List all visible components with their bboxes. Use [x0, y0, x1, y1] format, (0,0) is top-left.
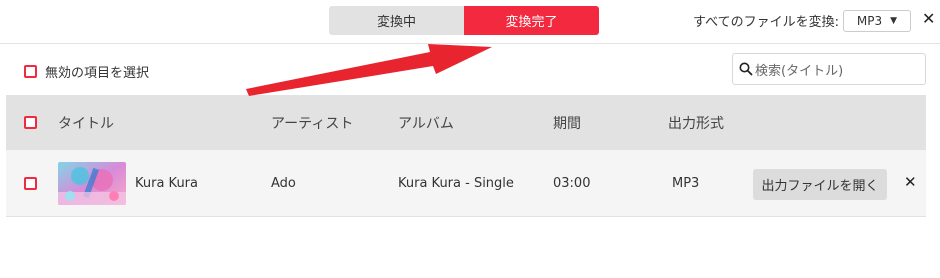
- select-invalid-label: 無効の項目を選択: [45, 66, 150, 81]
- convert-all-control: すべてのファイルを変換: MP3 ▼: [693, 6, 911, 35]
- divider: [0, 43, 940, 44]
- search-placeholder: 検索(タイトル): [755, 63, 844, 79]
- row-artist: Ado: [271, 176, 296, 191]
- close-icon[interactable]: ✕: [904, 173, 917, 191]
- status-tabs: 変換中 変換完了: [329, 6, 599, 35]
- format-select[interactable]: MP3 ▼: [842, 9, 911, 32]
- row-album: Kura Kura - Single: [398, 176, 514, 191]
- select-invalid-option[interactable]: 無効の項目を選択: [24, 62, 149, 81]
- format-select-value: MP3: [856, 13, 883, 28]
- row-checkbox[interactable]: [24, 177, 37, 190]
- header-artist[interactable]: アーティスト: [271, 95, 353, 150]
- table-header: タイトル アーティスト アルバム 期間 出力形式: [6, 95, 926, 150]
- row-title: Kura Kura: [135, 176, 198, 191]
- header-title[interactable]: タイトル: [58, 95, 114, 150]
- album-art: [58, 162, 126, 205]
- select-invalid-checkbox[interactable]: [24, 65, 37, 78]
- row-duration: 03:00: [553, 176, 591, 191]
- caret-down-icon: ▼: [890, 15, 898, 26]
- tab-converting[interactable]: 変換中: [329, 6, 464, 35]
- header-duration[interactable]: 期間: [553, 95, 581, 150]
- app-window: 変換中 変換完了 すべてのファイルを変換: MP3 ▼ ✕ 無効の項目を選択 検…: [0, 0, 940, 278]
- select-all-checkbox[interactable]: [24, 116, 37, 129]
- search-icon: [739, 62, 753, 76]
- search-input[interactable]: 検索(タイトル): [732, 53, 926, 85]
- open-output-file-button[interactable]: 出力ファイルを開く: [753, 169, 887, 200]
- tab-converted[interactable]: 変換完了: [464, 6, 599, 35]
- row-format: MP3: [672, 176, 700, 191]
- header-album[interactable]: アルバム: [398, 95, 454, 150]
- close-icon[interactable]: ✕: [922, 9, 935, 28]
- header-format: 出力形式: [668, 115, 724, 132]
- convert-all-label: すべてのファイルを変換:: [693, 15, 839, 30]
- table-row[interactable]: Kura Kura Ado Kura Kura - Single 03:00 M…: [6, 150, 926, 217]
